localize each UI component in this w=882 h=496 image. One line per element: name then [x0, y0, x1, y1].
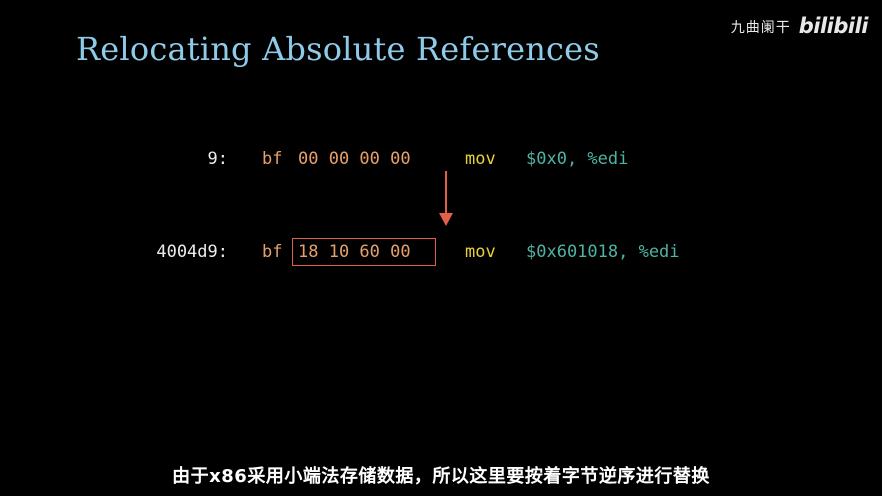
slide-title: Relocating Absolute References	[76, 30, 600, 68]
subtitle-caption: 由于x86采用小端法存储数据，所以这里要按着字节逆序进行替换	[172, 466, 710, 487]
instruction-opcode: bf	[262, 149, 283, 169]
instruction-address: 4004d9:	[156, 242, 228, 262]
watermark: 九曲阑干 bilibili	[730, 14, 869, 38]
down-arrow-icon	[439, 171, 453, 226]
instruction-immediate-bytes: 00 00 00 00	[298, 149, 411, 169]
instruction-row-original: 9: bf 00 00 00 00 mov $0x0, %edi	[0, 147, 882, 171]
instruction-row-relocated: 4004d9: bf 18 10 60 00 mov $0x601018, %e…	[0, 240, 882, 264]
instruction-address: 9:	[207, 149, 228, 169]
instruction-mnemonic: mov	[465, 149, 496, 169]
watermark-author: 九曲阑干	[730, 19, 791, 36]
instruction-mnemonic: mov	[465, 242, 496, 262]
instruction-opcode: bf	[262, 242, 283, 262]
relocated-bytes-highlight	[292, 238, 436, 266]
instruction-operands: $0x0, %edi	[526, 149, 629, 169]
instruction-operands: $0x601018, %edi	[526, 242, 680, 262]
bilibili-logo-icon: bilibili	[798, 14, 869, 38]
